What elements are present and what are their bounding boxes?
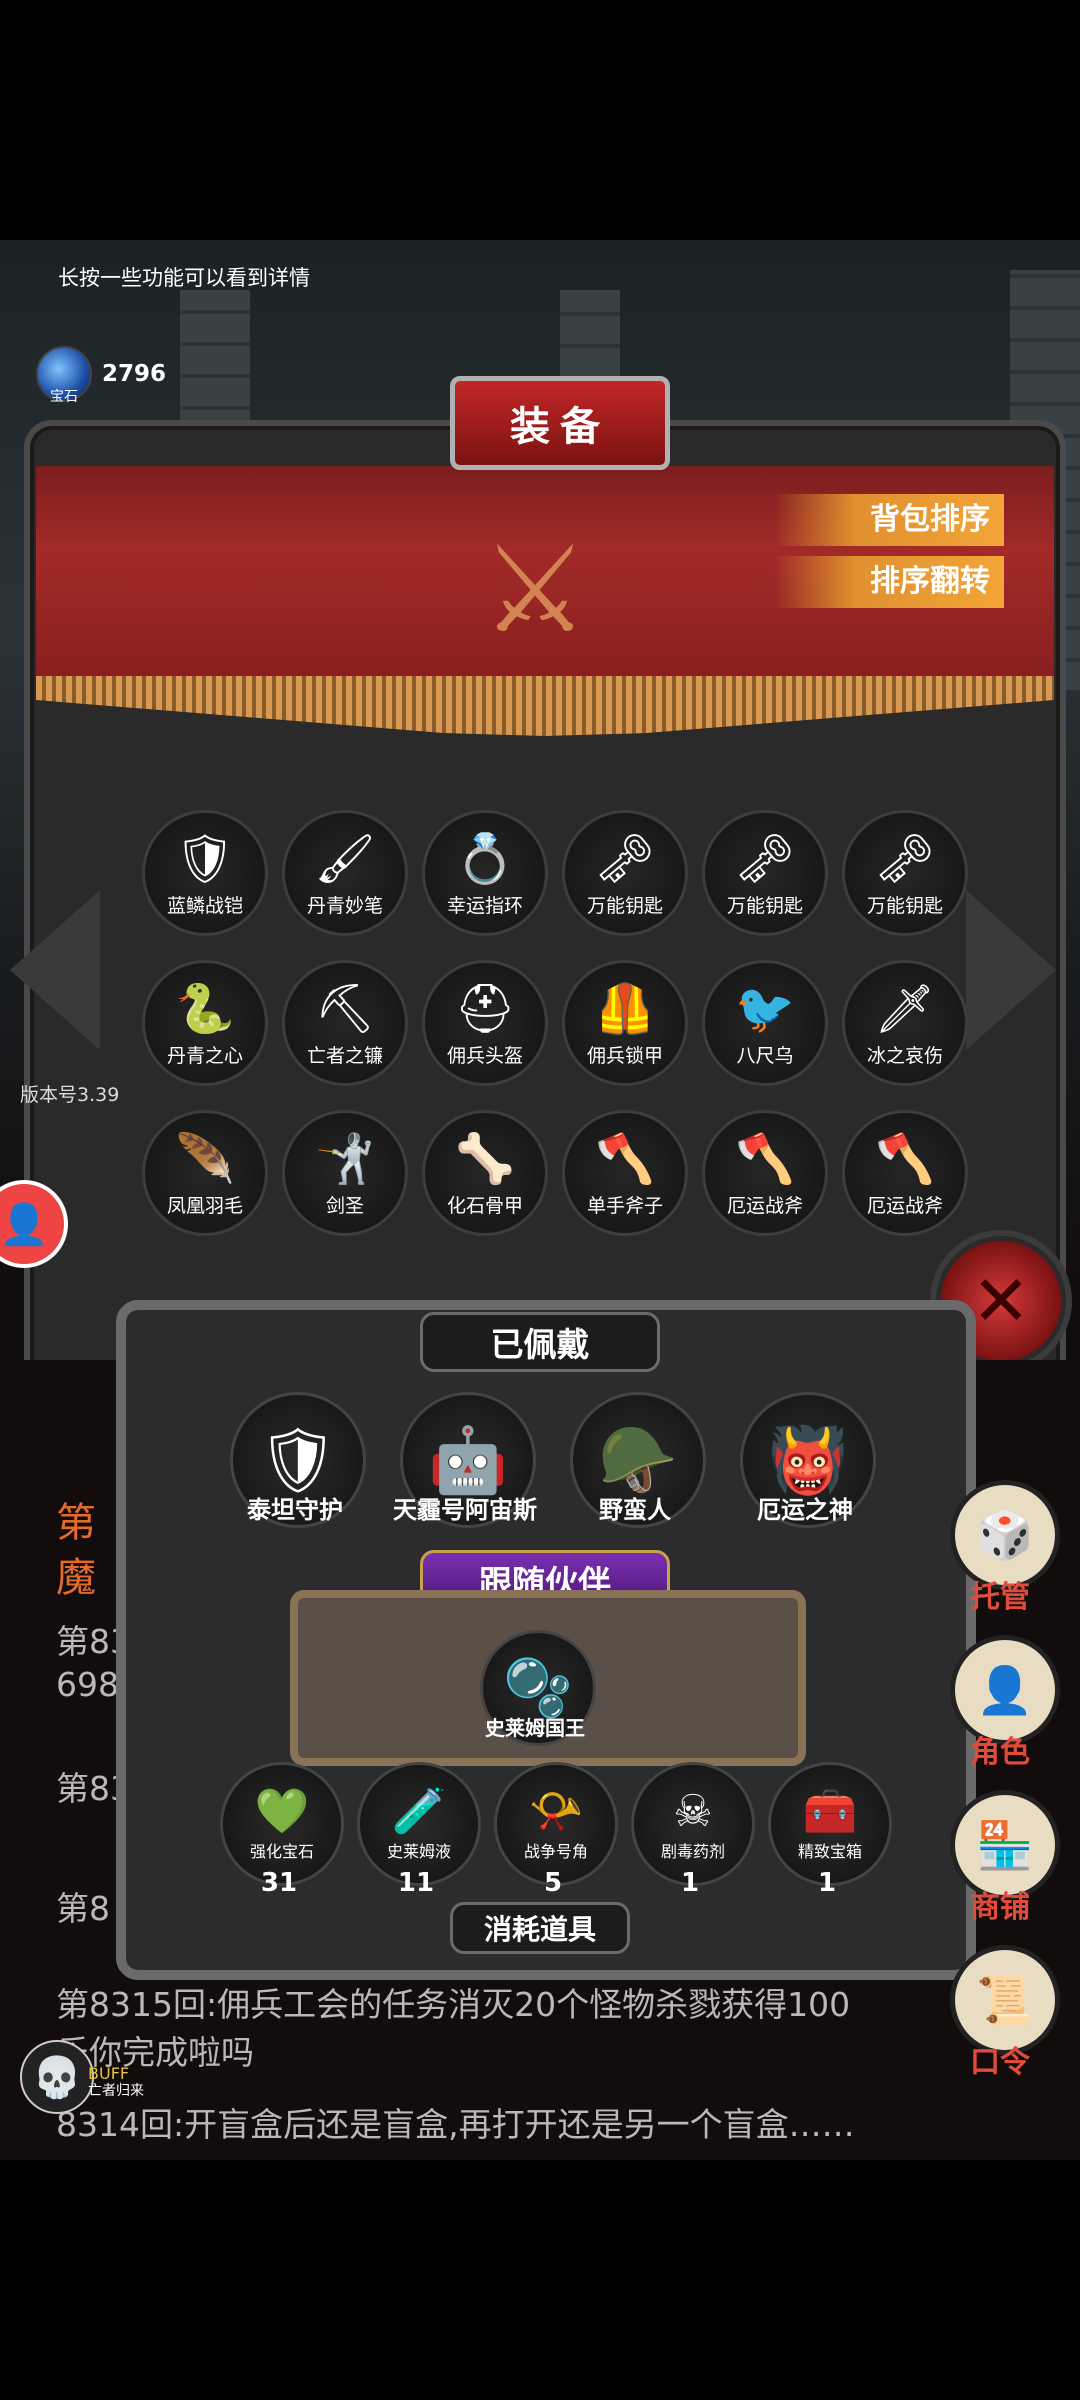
horn-icon: 📯 — [528, 1786, 584, 1837]
log-line: 第 — [56, 1500, 96, 1546]
helmet-icon: ⛑ — [454, 980, 516, 1037]
side-menu-label: 托管 — [970, 1580, 1030, 1615]
banner-fringe — [36, 676, 1054, 736]
log-line: 魔 — [56, 1555, 96, 1601]
inventory-slot[interactable]: 🐦 八尺乌 — [702, 960, 828, 1086]
inventory-slot-label: 厄运战斧 — [866, 1194, 943, 1217]
inventory-slot-label: 丹青之心 — [166, 1044, 243, 1067]
inventory-slot-label: 厄运战斧 — [726, 1194, 803, 1217]
companion-label: 史莱姆国王 — [485, 1716, 585, 1740]
chainmail-icon: 🦺 — [595, 980, 655, 1037]
inventory-slot[interactable]: 🗝 万能钥匙 — [562, 810, 688, 936]
inventory-slot-label: 化石骨甲 — [446, 1194, 523, 1217]
inventory-slot[interactable]: ⛑ 佣兵头盔 — [422, 960, 548, 1086]
potion-icon: 🧪 — [391, 1786, 447, 1837]
consumable-label: 剧毒药剂 — [660, 1842, 725, 1861]
inventory-slot[interactable]: 🪓 厄运战斧 — [702, 1110, 828, 1236]
consumable-label: 强化宝石 — [249, 1842, 314, 1861]
crossed-swords-emblem-icon: ⚔ — [481, 521, 589, 660]
heart-scroll-icon: 🐍 — [175, 980, 235, 1037]
ice-sword-icon: 🗡 — [874, 980, 936, 1037]
war-axe-icon: 🪓 — [735, 1130, 795, 1187]
inventory-slot[interactable]: 🦺 佣兵锁甲 — [562, 960, 688, 1086]
sort-reverse-button[interactable]: 排序翻转 — [774, 556, 1004, 608]
consumable-label: 战争号角 — [523, 1842, 588, 1861]
log-line: 698 — [56, 1665, 119, 1704]
inventory-slot-label: 剑圣 — [325, 1194, 364, 1217]
inventory-slot-label: 冰之哀伤 — [866, 1044, 943, 1067]
bone-armor-icon: 🦴 — [455, 1130, 515, 1187]
inventory-slot[interactable]: 🦴 化石骨甲 — [422, 1110, 548, 1236]
brush-icon: 🖌 — [314, 830, 376, 887]
inventory-slot-label: 万能钥匙 — [726, 894, 803, 917]
swordsman-icon: 🤺 — [315, 1130, 375, 1187]
inventory-slot-label: 幸运指环 — [446, 894, 523, 917]
gem-label: 宝石 — [50, 389, 78, 405]
feather-icon: 🪶 — [175, 1130, 235, 1187]
equipped-title: 已佩戴 — [420, 1312, 660, 1372]
inventory-slot-label: 万能钥匙 — [586, 894, 663, 917]
inventory-slot[interactable]: 🪶 凤凰羽毛 — [142, 1110, 268, 1236]
consumables-title: 消耗道具 — [450, 1902, 630, 1954]
inventory-slot-label: 八尺乌 — [736, 1044, 794, 1067]
log-line: 第8315回:佣兵工会的任务消灭20个怪物杀戮获得100 — [56, 1985, 851, 2024]
inventory-slot[interactable]: 🗡 冰之哀伤 — [842, 960, 968, 1086]
buff-title: BUFF — [88, 2064, 130, 2083]
inventory-slot-label: 佣兵头盔 — [446, 1044, 523, 1067]
inventory-slot-label: 万能钥匙 — [866, 894, 943, 917]
inventory-slot[interactable]: 🛡 蓝鳞战铠 — [142, 810, 268, 936]
poison-icon: ☠ — [673, 1786, 713, 1837]
chest-icon: 🧰 — [802, 1786, 858, 1837]
key-icon: 🗝 — [594, 830, 656, 887]
equipped-label: 厄运之神 — [757, 1496, 853, 1524]
key-icon: 🗝 — [874, 830, 936, 887]
inventory-slot[interactable]: 🗝 万能钥匙 — [842, 810, 968, 936]
skull-buff-icon[interactable]: 💀 — [20, 2040, 94, 2114]
axe-icon: 🪓 — [595, 1130, 655, 1187]
version-label: 版本号3.39 — [20, 1084, 120, 1106]
inventory-slot[interactable]: 💍 幸运指环 — [422, 810, 548, 936]
log-line: 第8 — [56, 1889, 110, 1928]
side-menu-label: 角色 — [970, 1735, 1030, 1770]
buff-sub: 亡者归来 — [88, 2083, 144, 2099]
war-axe-icon: 🪓 — [875, 1130, 935, 1187]
log-line: 8314回:开盲盒后还是盲盒,再打开还是另一个盲盒…… — [56, 2105, 855, 2144]
consumable-count: 1 — [817, 1868, 837, 1898]
inventory-slot[interactable]: 🗝 万能钥匙 — [702, 810, 828, 936]
consumable-count: 5 — [543, 1868, 563, 1898]
crow-icon: 🐦 — [735, 980, 795, 1037]
inventory-slot[interactable]: 🪓 厄运战斧 — [842, 1110, 968, 1236]
inventory-slot-label: 凤凰羽毛 — [166, 1194, 243, 1217]
inventory-slot[interactable]: 🐍 丹青之心 — [142, 960, 268, 1086]
consumable-label: 精致宝箱 — [797, 1842, 862, 1861]
ring-icon: 💍 — [455, 830, 515, 887]
equipped-label: 野蛮人 — [599, 1496, 671, 1524]
hint-text: 长按一些功能可以看到详情 — [58, 266, 310, 290]
key-icon: 🗝 — [734, 830, 796, 887]
green-gem-icon: 💚 — [254, 1786, 310, 1837]
equipped-label: 天霾号阿宙斯 — [393, 1496, 537, 1524]
inventory-slot-label: 佣兵锁甲 — [586, 1044, 663, 1067]
scythe-icon: ⛏ — [314, 980, 376, 1037]
inventory-slot-label: 亡者之镰 — [306, 1044, 383, 1067]
equipped-label: 泰坦守护 — [247, 1496, 343, 1524]
sort-pack-button[interactable]: 背包排序 — [774, 494, 1004, 546]
side-menu-label: 口令 — [970, 2045, 1030, 2080]
consumable-count: 1 — [680, 1868, 700, 1898]
inventory-slot[interactable]: ⛏ 亡者之镰 — [282, 960, 408, 1086]
inventory-slot-label: 单手斧子 — [586, 1194, 663, 1217]
consumable-count: 31 — [260, 1868, 298, 1898]
inventory-slot-label: 丹青妙笔 — [306, 894, 383, 917]
consumable-count: 11 — [397, 1868, 435, 1898]
gem-count: 2796 — [102, 361, 167, 387]
inventory-slot[interactable]: 🪓 单手斧子 — [562, 1110, 688, 1236]
inventory-slot[interactable]: 🖌 丹青妙笔 — [282, 810, 408, 936]
inventory-slot-label: 蓝鳞战铠 — [166, 894, 243, 917]
side-menu-label: 商铺 — [970, 1890, 1030, 1925]
panel-title: 装备 — [450, 376, 670, 470]
buff-label: BUFF 亡者归来 — [88, 2064, 144, 2100]
armor-icon: 🛡 — [174, 830, 236, 887]
inventory-slot[interactable]: 🤺 剑圣 — [282, 1110, 408, 1236]
consumable-label: 史莱姆液 — [386, 1842, 451, 1861]
